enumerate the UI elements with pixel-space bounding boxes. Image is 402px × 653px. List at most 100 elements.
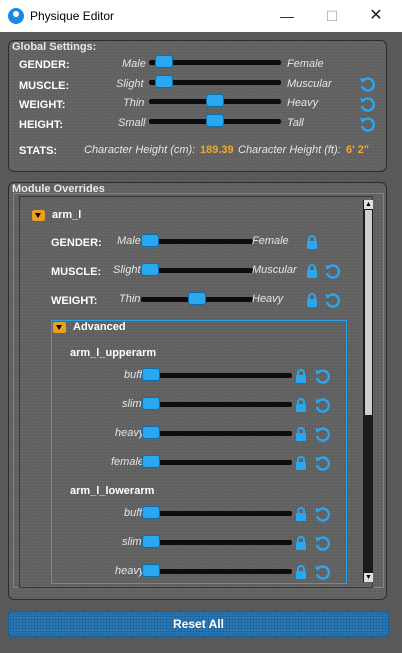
height-cm-value: 189.39 [200, 144, 234, 156]
lowerarm-group-title: arm_l_lowerarm [70, 485, 155, 497]
lowerarm-slim-slider[interactable] [142, 535, 292, 548]
global-weight-knob[interactable] [206, 94, 224, 107]
arm-muscle-slider[interactable] [141, 263, 253, 276]
upperarm-female-label: female [111, 456, 145, 468]
upperarm-buff-knob[interactable] [142, 368, 160, 381]
global-settings-title: Global Settings: [12, 41, 97, 53]
upperarm-buff-label: buff [124, 369, 143, 381]
arm-weight-reset-icon[interactable] [324, 292, 340, 308]
arm-muscle-low: Slight [113, 264, 141, 276]
upperarm-buff-lock-icon[interactable] [295, 369, 307, 383]
height-cm-label: Character Height (cm): [84, 144, 196, 156]
arm-weight-high: Heavy [252, 293, 284, 305]
arm-gender-high: Female [252, 235, 289, 247]
arm-gender-label: GENDER: [51, 237, 102, 249]
upperarm-heavy-reset-icon[interactable] [314, 426, 330, 442]
upperarm-heavy-lock-icon[interactable] [295, 427, 307, 441]
arm-gender-low: Male [117, 235, 141, 247]
arm-weight-label: WEIGHT: [51, 295, 98, 307]
upperarm-group-title: arm_l_upperarm [70, 347, 157, 359]
scroll-up-icon[interactable]: ▲ [364, 200, 373, 209]
lowerarm-slim-label: slim [122, 536, 142, 548]
global-weight-label: WEIGHT: [19, 99, 66, 111]
lowerarm-heavy-slider[interactable] [142, 564, 292, 577]
lowerarm-heavy-knob[interactable] [142, 564, 160, 577]
window-title: Physique Editor [30, 9, 115, 23]
upperarm-slim-knob[interactable] [142, 397, 160, 410]
global-weight-reset-icon[interactable] [359, 96, 375, 112]
lowerarm-buff-lock-icon[interactable] [295, 507, 307, 521]
lowerarm-buff-reset-icon[interactable] [314, 506, 330, 522]
global-muscle-reset-icon[interactable] [359, 76, 375, 92]
arm-weight-slider[interactable] [141, 292, 253, 305]
arm-weight-lock-icon[interactable] [306, 293, 318, 307]
global-height-low: Small [118, 117, 146, 129]
global-gender-knob[interactable] [154, 55, 173, 68]
height-ft-value: 6' 2" [346, 144, 370, 156]
upperarm-slim-reset-icon[interactable] [314, 397, 330, 413]
global-height-label: HEIGHT: [19, 119, 63, 131]
upperarm-slim-label: slim [122, 398, 142, 410]
upperarm-slim-lock-icon[interactable] [295, 398, 307, 412]
title-bar: Physique Editor — ☐ ✕ [0, 0, 402, 32]
height-ft-label: Character Height (ft): [238, 144, 341, 156]
reset-all-button[interactable]: Reset All [8, 611, 389, 637]
arm-gender-slider[interactable] [141, 234, 253, 247]
upperarm-female-slider[interactable] [142, 455, 292, 468]
arm-muscle-knob[interactable] [141, 263, 159, 276]
arm-collapse-caret-down-icon[interactable] [32, 210, 45, 221]
upperarm-heavy-slider[interactable] [142, 426, 292, 439]
arm-section-title: arm_l [52, 209, 82, 221]
stats-label: STATS: [19, 145, 58, 157]
advanced-section-title: Advanced [73, 321, 126, 333]
scrollbar-thumb[interactable] [365, 210, 372, 415]
upperarm-slim-slider[interactable] [142, 397, 292, 410]
global-muscle-label: MUSCLE: [19, 80, 70, 92]
global-height-reset-icon[interactable] [359, 116, 375, 132]
arm-gender-knob[interactable] [141, 234, 159, 247]
lowerarm-buff-knob[interactable] [142, 506, 160, 519]
global-height-slider[interactable] [149, 114, 281, 127]
global-gender-low: Male [122, 58, 146, 70]
arm-muscle-lock-icon[interactable] [306, 264, 318, 278]
lowerarm-buff-label: buff [124, 507, 143, 519]
lowerarm-heavy-label: heavy [115, 565, 145, 577]
lowerarm-heavy-reset-icon[interactable] [314, 564, 330, 580]
advanced-collapse-caret-down-icon[interactable] [53, 322, 66, 333]
lowerarm-buff-slider[interactable] [142, 506, 292, 519]
arm-muscle-label: MUSCLE: [51, 266, 102, 278]
arm-muscle-high: Muscular [252, 264, 297, 276]
person-icon [8, 8, 24, 24]
global-muscle-knob[interactable] [154, 75, 173, 88]
global-weight-low: Thin [123, 97, 145, 109]
upperarm-female-reset-icon[interactable] [314, 455, 330, 471]
arm-gender-lock-icon[interactable] [306, 235, 318, 249]
global-height-knob[interactable] [206, 114, 224, 127]
global-weight-high: Heavy [287, 97, 319, 109]
lowerarm-slim-reset-icon[interactable] [314, 535, 330, 551]
upperarm-female-lock-icon[interactable] [295, 456, 307, 470]
upperarm-buff-slider[interactable] [142, 368, 292, 381]
global-gender-slider[interactable] [149, 55, 281, 68]
global-height-high: Tall [287, 117, 304, 129]
lowerarm-slim-knob[interactable] [142, 535, 160, 548]
close-button[interactable]: ✕ [366, 6, 386, 26]
arm-weight-knob[interactable] [188, 292, 206, 305]
lowerarm-heavy-lock-icon[interactable] [295, 565, 307, 579]
upperarm-heavy-label: heavy [115, 427, 145, 439]
scroll-down-icon[interactable]: ▼ [364, 573, 373, 582]
global-muscle-high: Muscular [287, 78, 332, 90]
global-gender-label: GENDER: [19, 59, 70, 71]
arm-weight-low: Thin [119, 293, 141, 305]
maximize-button[interactable]: ☐ [322, 6, 342, 26]
upperarm-buff-reset-icon[interactable] [314, 368, 330, 384]
global-muscle-slider[interactable] [149, 75, 281, 88]
global-weight-slider[interactable] [149, 94, 281, 107]
arm-muscle-reset-icon[interactable] [324, 263, 340, 279]
lowerarm-slim-lock-icon[interactable] [295, 536, 307, 550]
global-gender-high: Female [287, 58, 324, 70]
global-muscle-low: Slight [116, 78, 144, 90]
upperarm-female-knob[interactable] [142, 455, 160, 468]
minimize-button[interactable]: — [277, 6, 297, 26]
upperarm-heavy-knob[interactable] [142, 426, 160, 439]
